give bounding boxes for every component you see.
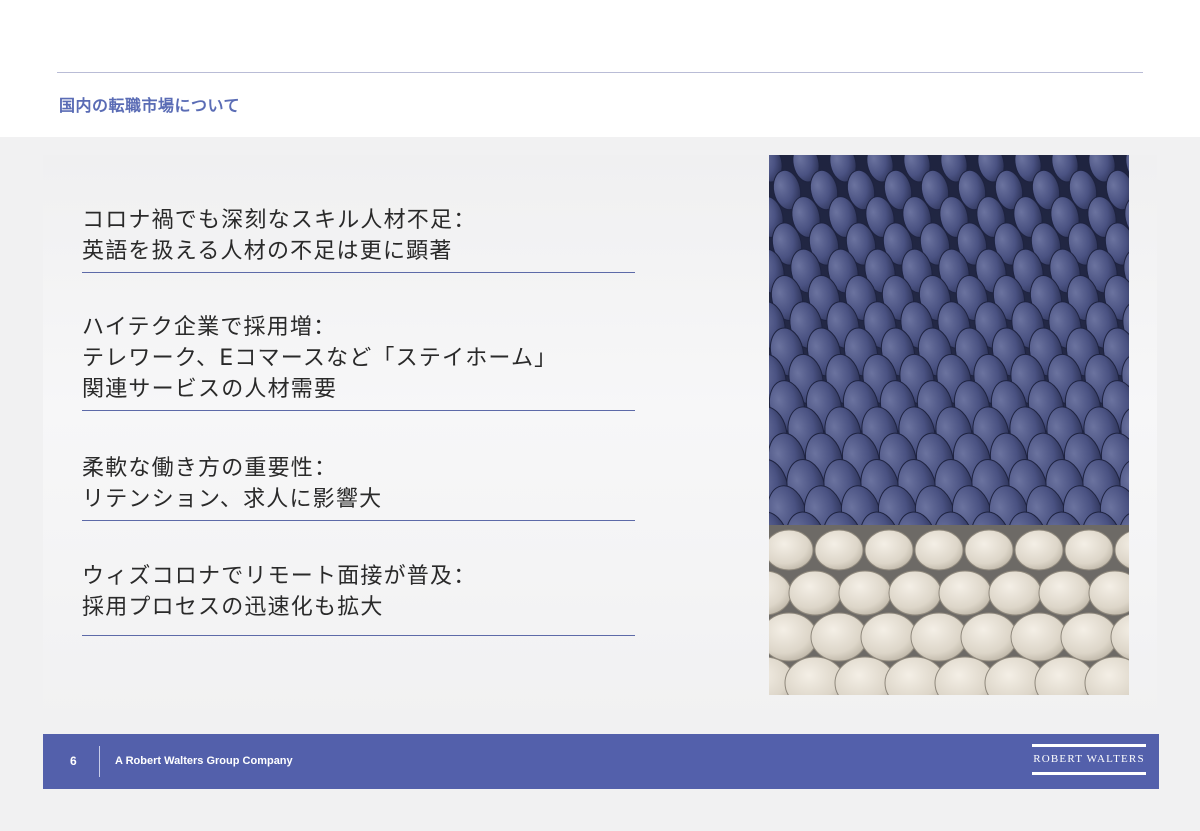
logo-top-bar — [1032, 744, 1146, 747]
wood-disc — [788, 570, 842, 616]
section-title: 国内の転職市場について — [59, 96, 241, 115]
bullet-item: コロナ禍でも深刻なスキル人材不足： 英語を扱える人材の不足は更に顕著 — [82, 205, 635, 273]
header-divider — [57, 72, 1143, 73]
bullet-text: リテンション、求人に影響大 — [82, 487, 383, 512]
wood-disc — [888, 570, 942, 616]
wood-disc — [1014, 529, 1064, 571]
wood-disc — [1010, 612, 1068, 662]
wood-disc — [964, 529, 1014, 571]
wood-disc — [910, 612, 968, 662]
photo-artwork — [769, 155, 1129, 695]
bullet-text: 英語を扱える人材の不足は更に顕著 — [82, 239, 453, 264]
wood-disc — [838, 570, 892, 616]
wood-disc — [769, 529, 814, 571]
footer: 6 A Robert Walters Group Company ROBERT … — [43, 734, 1159, 789]
logo-text: ROBERT WALTERS — [1033, 753, 1145, 765]
bullet-heading: ウィズコロナでリモート面接が普及： — [82, 564, 477, 589]
bullet-text: 採用プロセスの迅速化も拡大 — [82, 595, 384, 620]
wood-disc — [810, 612, 868, 662]
bullet-text: 関連サービスの人材需要 — [82, 377, 338, 402]
logo-bottom-bar — [1032, 772, 1146, 775]
footer-divider — [99, 746, 100, 777]
wood-disc — [938, 570, 992, 616]
page-number: 6 — [70, 754, 77, 768]
wood-disc — [960, 612, 1018, 662]
wood-disc — [988, 570, 1042, 616]
bullet-item: 柔軟な働き方の重要性： リテンション、求人に影響大 — [82, 453, 635, 521]
wood-disc — [914, 529, 964, 571]
header: 国内の転職市場について — [0, 0, 1200, 137]
bullet-heading: 柔軟な働き方の重要性： — [82, 456, 338, 481]
wood-disc — [1064, 529, 1114, 571]
wood-disc — [1060, 612, 1118, 662]
wood-disc — [860, 612, 918, 662]
bullet-heading: コロナ禍でも深刻なスキル人材不足： — [82, 208, 477, 233]
bullet-heading: ハイテク企業で採用増： — [82, 315, 337, 340]
bullet-item: ウィズコロナでリモート面接が普及： 採用プロセスの迅速化も拡大 — [82, 561, 635, 636]
bullet-item: ハイテク企業で採用増： テレワーク、Eコマースなど「ステイホーム」 関連サービス… — [82, 312, 635, 411]
robert-walters-logo: ROBERT WALTERS — [1032, 744, 1146, 778]
wood-disc — [1038, 570, 1092, 616]
bullet-text: テレワーク、Eコマースなど「ステイホーム」 — [82, 346, 558, 371]
wood-disc — [814, 529, 864, 571]
company-text: A Robert Walters Group Company — [115, 755, 293, 767]
architecture-photo — [769, 155, 1129, 695]
wood-disc — [864, 529, 914, 571]
